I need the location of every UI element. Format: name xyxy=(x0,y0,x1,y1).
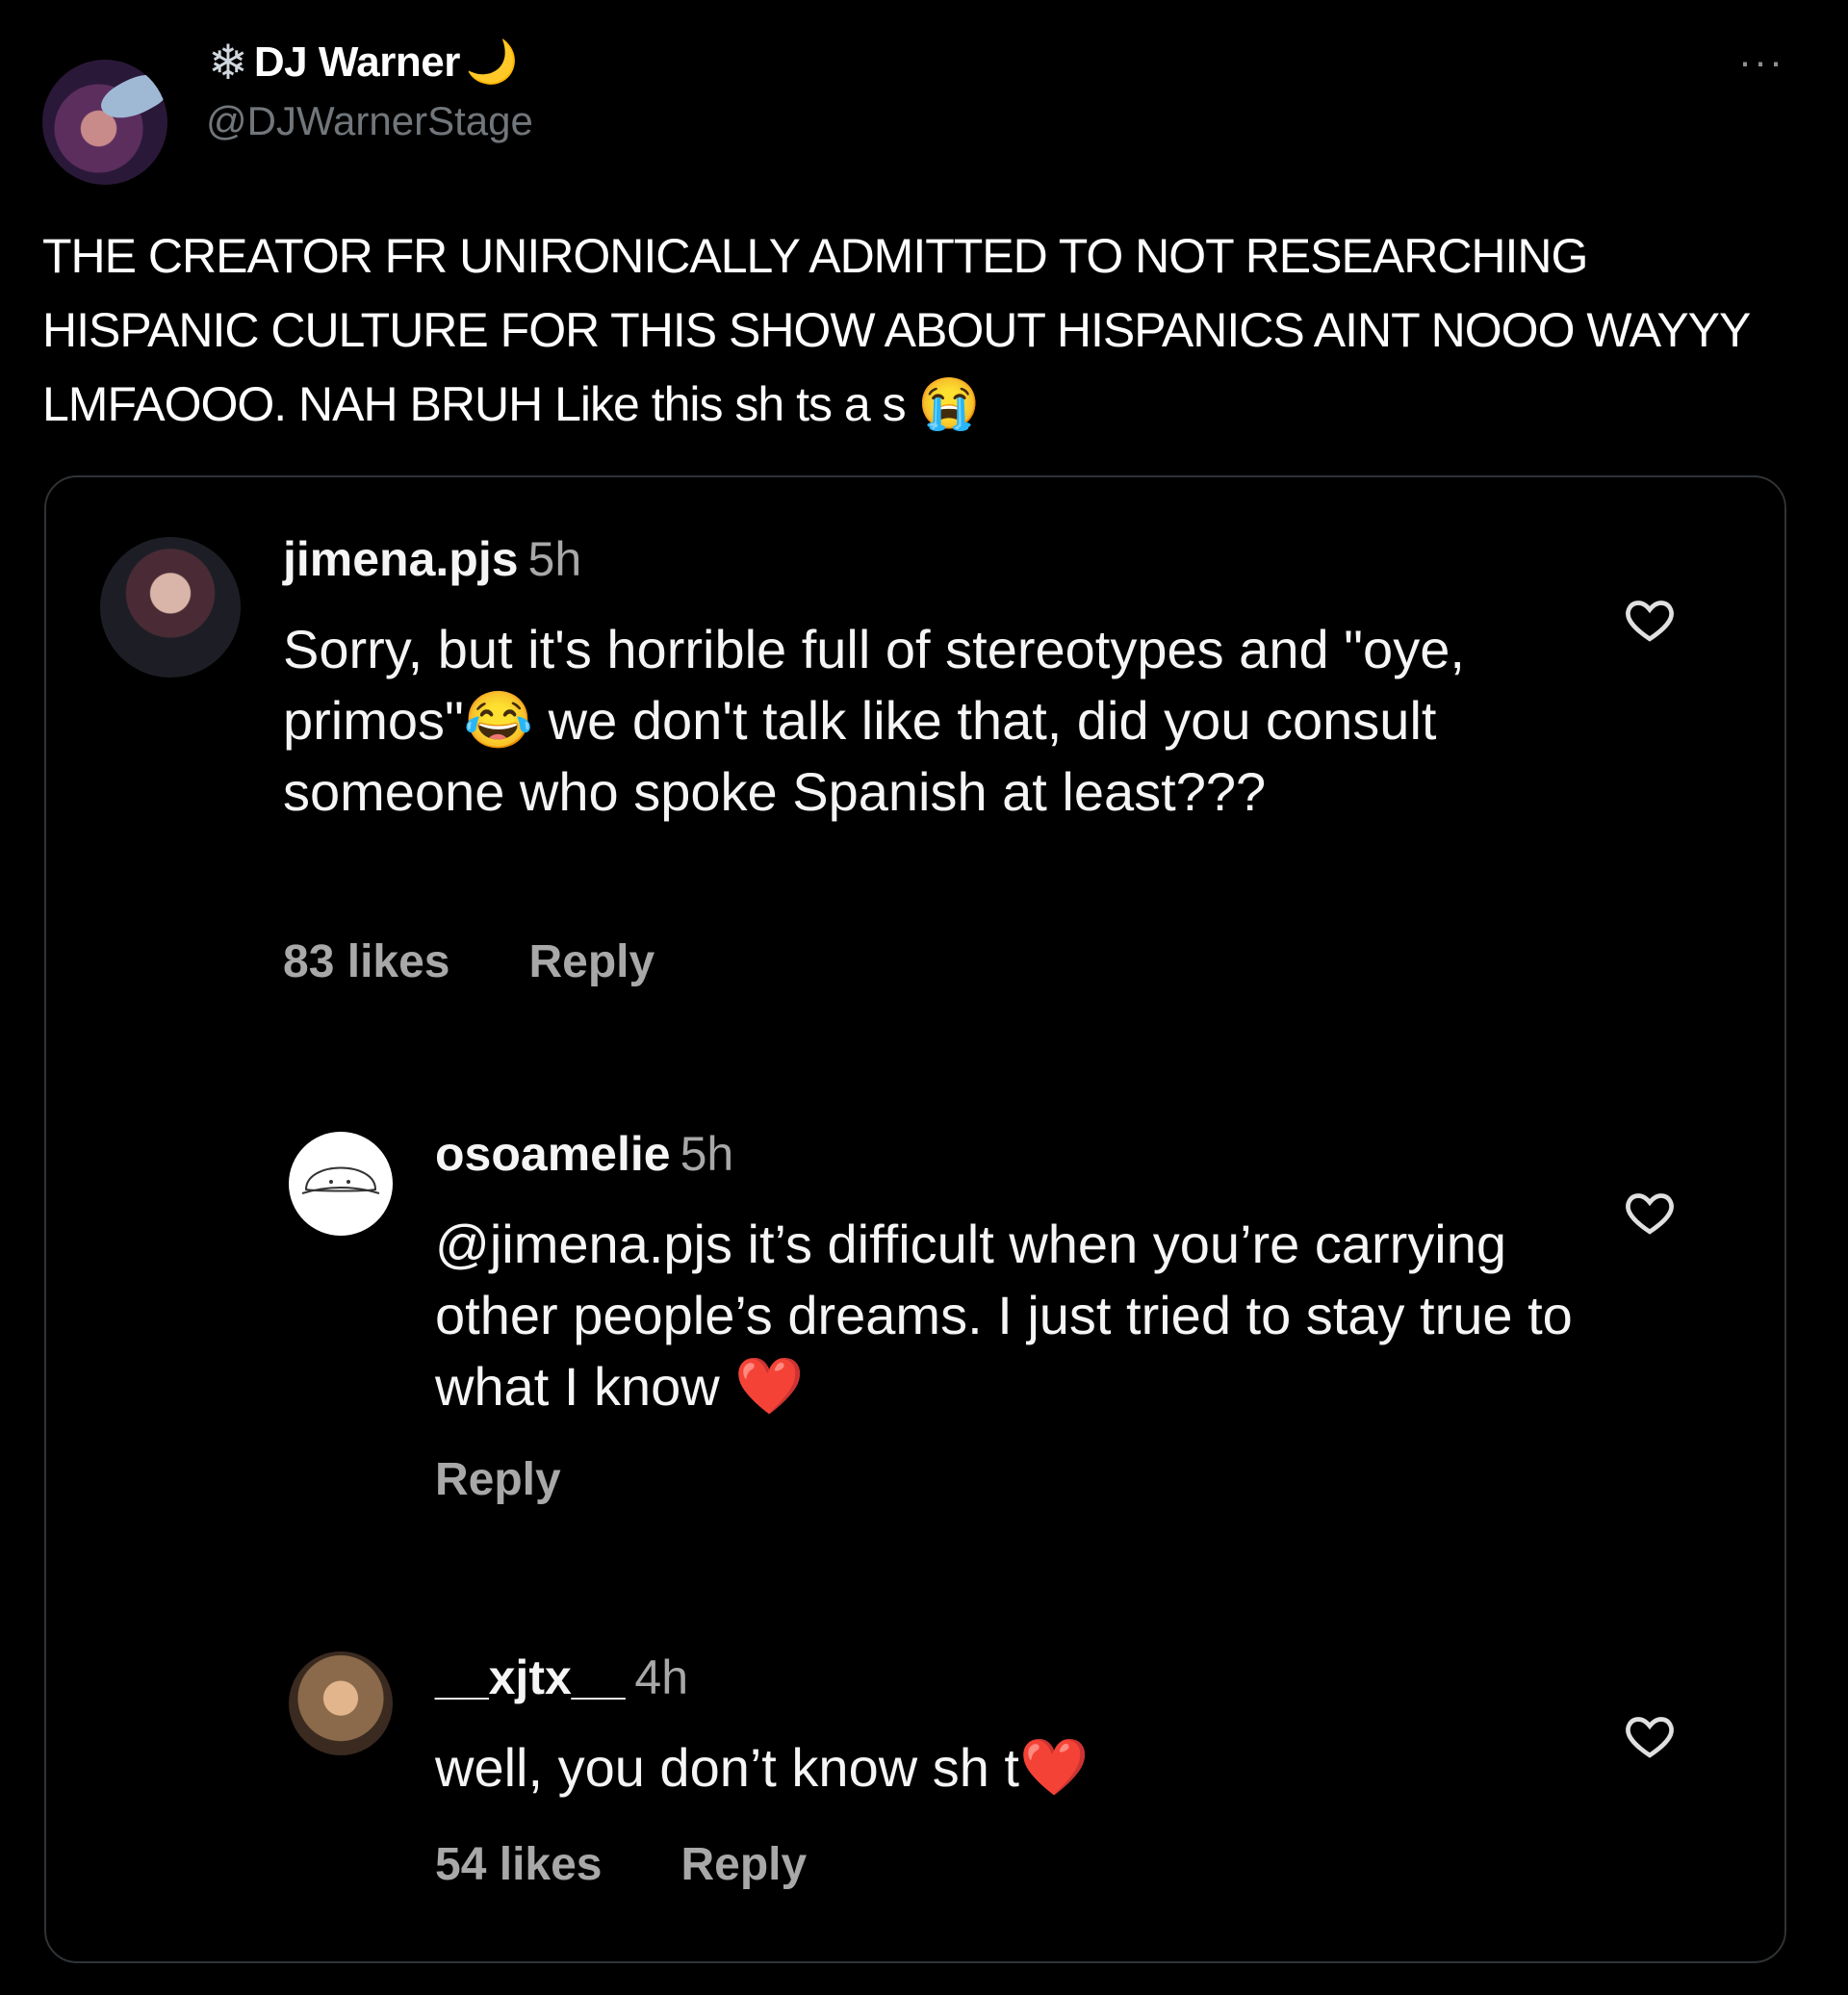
comment-username[interactable]: osoamelie 5h xyxy=(435,1126,733,1182)
comment-actions: Reply xyxy=(435,1453,561,1506)
likes-count[interactable]: 54 likes xyxy=(435,1838,602,1891)
comment-body: @jimena.pjs it’s difficult when you’re c… xyxy=(435,1214,1573,1418)
comment-avatar[interactable] xyxy=(289,1132,393,1236)
tweet-body: THE CREATOR FR UNIRONICALLY ADMITTED TO … xyxy=(42,229,1750,431)
comment-actions: 54 likes Reply xyxy=(435,1838,807,1891)
likes-count[interactable]: 83 likes xyxy=(283,935,449,988)
red-heart-emoji-icon: ❤️ xyxy=(1018,1736,1090,1799)
comment-actions: 83 likes Reply xyxy=(283,935,654,988)
snowflake-icon: ❄ xyxy=(208,36,248,90)
comment-time: 4h xyxy=(634,1650,689,1704)
reply-button[interactable]: Reply xyxy=(528,935,654,988)
heart-icon[interactable] xyxy=(1623,1709,1677,1763)
reply-button[interactable]: Reply xyxy=(435,1453,561,1506)
crying-emoji-icon: 😭 xyxy=(917,376,980,432)
author-name-row[interactable]: ❄ DJ Warner 🌙 xyxy=(208,38,519,87)
laughing-emoji-icon: 😂 xyxy=(463,689,534,752)
author-display-name[interactable]: DJ Warner xyxy=(254,38,460,87)
comment-avatar[interactable] xyxy=(289,1651,393,1755)
heart-icon[interactable] xyxy=(1623,593,1677,647)
more-icon[interactable]: ··· xyxy=(1738,38,1784,85)
comment-body: well, you don’t know sh t❤️ xyxy=(435,1736,1090,1799)
comment-username[interactable]: __xjtx__ 4h xyxy=(435,1650,688,1705)
comment-time: 5h xyxy=(680,1127,734,1181)
author-avatar[interactable] xyxy=(42,60,167,185)
reply-button[interactable]: Reply xyxy=(680,1838,807,1891)
comment-avatar[interactable] xyxy=(100,537,241,678)
red-heart-emoji-icon: ❤️ xyxy=(734,1355,805,1418)
heart-icon[interactable] xyxy=(1623,1186,1677,1240)
comment-body: Sorry, but it's horrible full of stereot… xyxy=(283,619,1465,822)
author-handle[interactable]: @DJWarnerStage xyxy=(206,98,533,144)
tweet-text: THE CREATOR FR UNIRONICALLY ADMITTED TO … xyxy=(42,219,1775,442)
tweet-header: ❄ DJ Warner 🌙 @DJWarnerStage ··· xyxy=(42,38,1813,185)
moon-icon: 🌙 xyxy=(465,38,519,86)
comment-time: 5h xyxy=(527,532,582,586)
comment-username[interactable]: jimena.pjs 5h xyxy=(283,531,581,587)
